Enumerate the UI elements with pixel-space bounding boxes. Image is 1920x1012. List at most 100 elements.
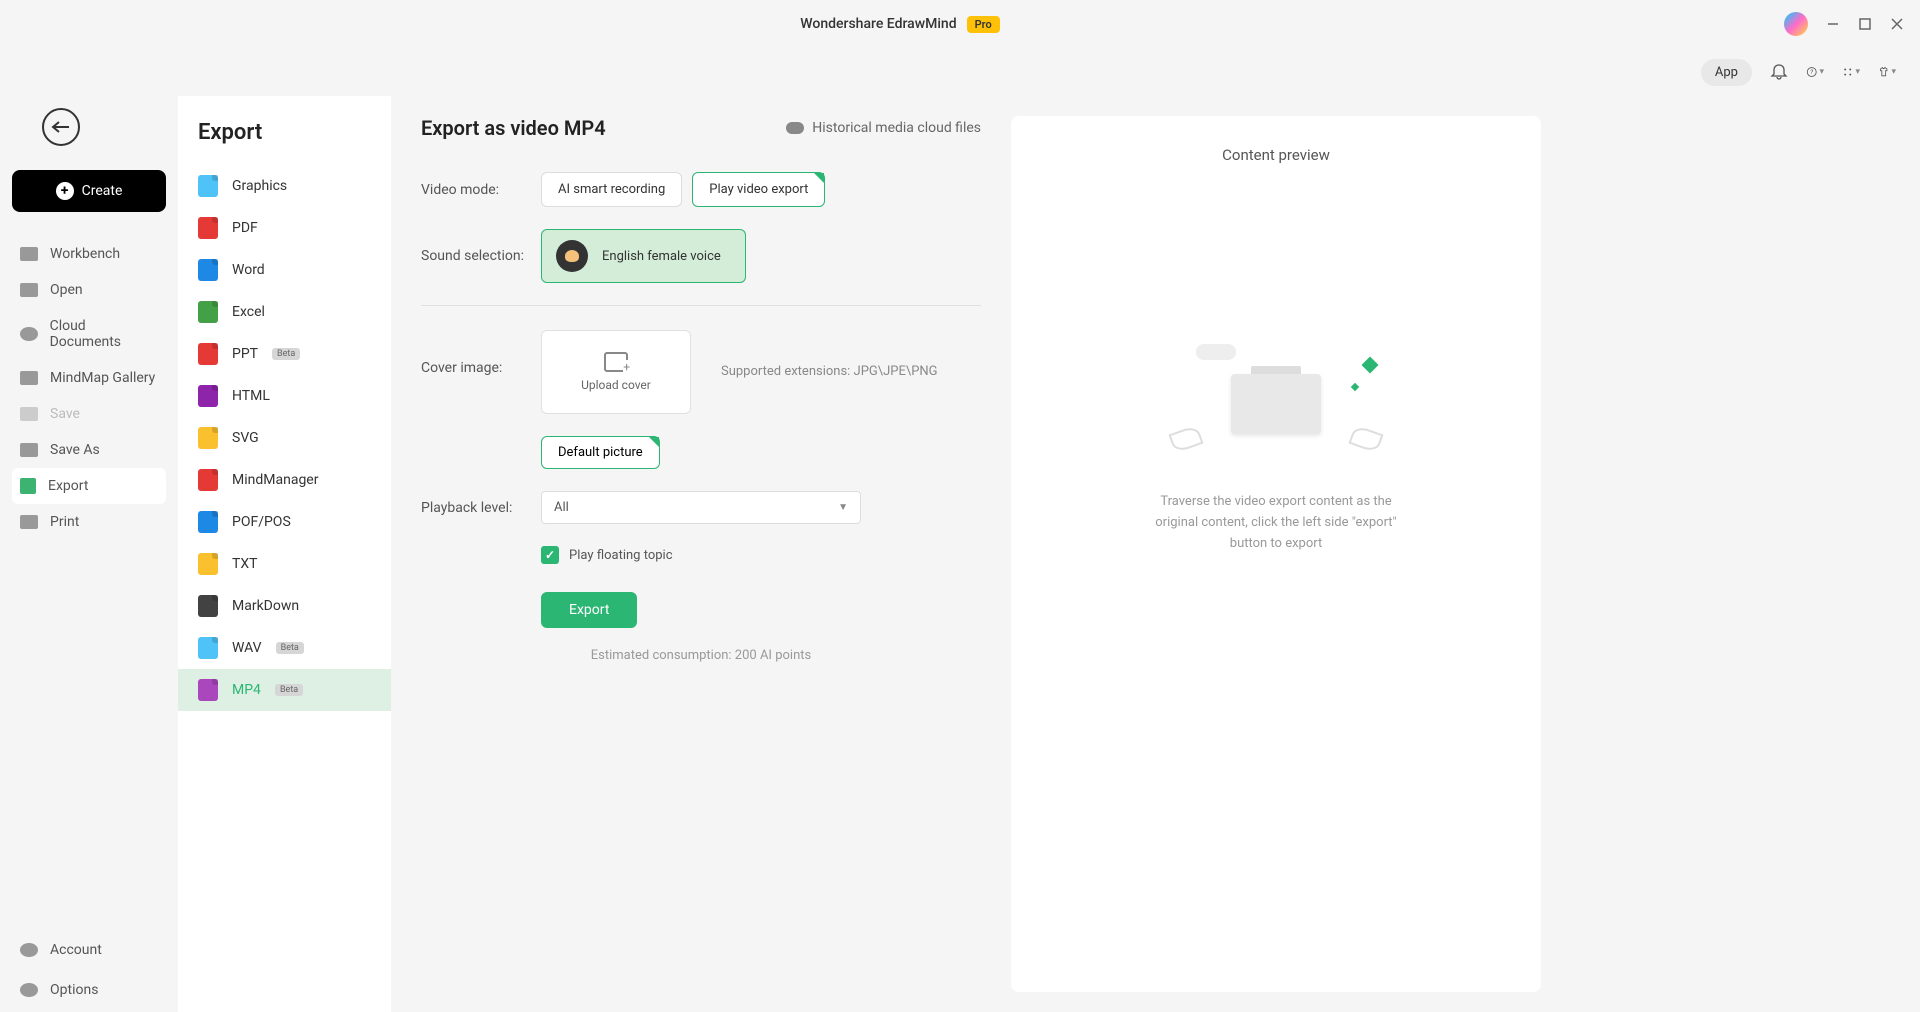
svg-text:?: ? [1810,68,1813,76]
upload-cover-button[interactable]: Upload cover [541,330,691,414]
main-wrap: + Create Workbench Open Cloud Documents … [0,96,1920,1012]
format-label: MindManager [232,472,318,488]
account-icon [20,943,38,957]
format-file-icon [198,259,218,281]
play-video-export-button[interactable]: Play video export [692,172,825,207]
preview-description: Traverse the video export content as the… [1146,492,1406,554]
sidebar-item-cloud-documents[interactable]: Cloud Documents [12,308,166,360]
help-icon[interactable]: ?▾ [1806,63,1824,81]
format-file-icon [198,553,218,575]
form-column: Export as video MP4 Historical media clo… [421,116,981,992]
sidebar-item-save-as[interactable]: Save As [12,432,166,468]
format-item-txt[interactable]: TXT [178,543,391,585]
gallery-icon [20,371,38,385]
gear-icon [20,983,38,997]
plus-icon: + [56,182,74,200]
sidebar-item-workbench[interactable]: Workbench [12,236,166,272]
format-label: SVG [232,430,259,446]
save-icon [20,407,38,421]
export-panel-title: Export [178,120,391,145]
sidebar-item-export[interactable]: Export [12,468,166,504]
format-item-html[interactable]: HTML [178,375,391,417]
arrow-left-icon [51,120,71,134]
titlebar-center: Wondershare EdrawMind Pro [16,16,1784,33]
format-label: Graphics [232,178,287,194]
format-item-markdown[interactable]: MarkDown [178,585,391,627]
beta-badge: Beta [276,642,304,654]
chevron-down-icon: ▼ [838,502,848,513]
toolbar: App ?▾ ▾ ▾ [0,48,1920,96]
grid-icon[interactable]: ▾ [1842,63,1860,81]
content-area: Export as video MP4 Historical media clo… [391,96,1920,1012]
image-plus-icon [604,352,628,372]
consumption-text: Estimated consumption: 200 AI points [421,648,981,663]
bell-icon[interactable] [1770,63,1788,81]
sidebar-item-open[interactable]: Open [12,272,166,308]
default-picture-button[interactable]: Default picture [541,436,660,469]
format-file-icon [198,637,218,659]
play-floating-topic-label: Play floating topic [569,548,673,563]
create-button[interactable]: + Create [12,170,166,212]
preview-title: Content preview [1222,146,1330,164]
historical-link[interactable]: Historical media cloud files [786,120,981,136]
upload-cover-label: Upload cover [581,378,651,392]
format-label: Word [232,262,265,278]
back-button[interactable] [42,108,80,146]
voice-selector[interactable]: English female voice [541,229,746,283]
format-file-icon [198,343,218,365]
preview-illustration [1166,344,1386,464]
beta-badge: Beta [275,684,303,696]
sidebar-item-print[interactable]: Print [12,504,166,540]
format-label: PDF [232,220,258,236]
sidebar-item-mindmap-gallery[interactable]: MindMap Gallery [12,360,166,396]
sidebar-item-options[interactable]: Options [12,972,166,1008]
format-item-graphics[interactable]: Graphics [178,165,391,207]
ai-smart-recording-button[interactable]: AI smart recording [541,172,682,207]
create-label: Create [82,183,123,199]
voice-label: English female voice [602,249,721,264]
format-file-icon [198,217,218,239]
format-item-word[interactable]: Word [178,249,391,291]
format-item-excel[interactable]: Excel [178,291,391,333]
format-label: PPT [232,346,258,362]
format-item-mp4[interactable]: MP4Beta [178,669,391,711]
preview-panel: Content preview Traverse the video expor… [1011,116,1541,992]
format-item-ppt[interactable]: PPT Beta [178,333,391,375]
cloud-icon [20,327,38,341]
format-item-wav[interactable]: WAVBeta [178,627,391,669]
minimize-icon[interactable] [1826,17,1840,31]
titlebar: Wondershare EdrawMind Pro [0,0,1920,48]
format-item-pof-pos[interactable]: POF/POS [178,501,391,543]
play-floating-topic-checkbox[interactable] [541,546,559,564]
format-file-icon [198,427,218,449]
save-as-icon [20,443,38,457]
app-button[interactable]: App [1701,59,1752,86]
format-item-pdf[interactable]: PDF [178,207,391,249]
sidebar-item-account[interactable]: Account [12,932,166,968]
format-file-icon [198,301,218,323]
maximize-icon[interactable] [1858,17,1872,31]
format-file-icon [198,175,218,197]
app-title: Wondershare EdrawMind [800,16,956,32]
format-label: HTML [232,388,270,404]
shirt-icon[interactable]: ▾ [1878,63,1896,81]
export-button[interactable]: Export [541,592,637,628]
format-file-icon [198,679,218,701]
format-label: Excel [232,304,265,320]
sound-selection-label: Sound selection: [421,248,541,264]
format-file-icon [198,511,218,533]
playback-level-value: All [554,500,569,515]
format-file-icon [198,469,218,491]
format-item-svg[interactable]: SVG [178,417,391,459]
format-file-icon [198,385,218,407]
avatar[interactable] [1784,12,1808,36]
beta-badge: Beta [272,348,300,360]
titlebar-right [1784,12,1904,36]
export-icon [20,478,36,494]
video-mode-label: Video mode: [421,182,541,198]
format-item-mindmanager[interactable]: MindManager [178,459,391,501]
workbench-icon [20,247,38,261]
close-icon[interactable] [1890,17,1904,31]
playback-level-label: Playback level: [421,500,541,516]
playback-level-select[interactable]: All ▼ [541,491,861,524]
